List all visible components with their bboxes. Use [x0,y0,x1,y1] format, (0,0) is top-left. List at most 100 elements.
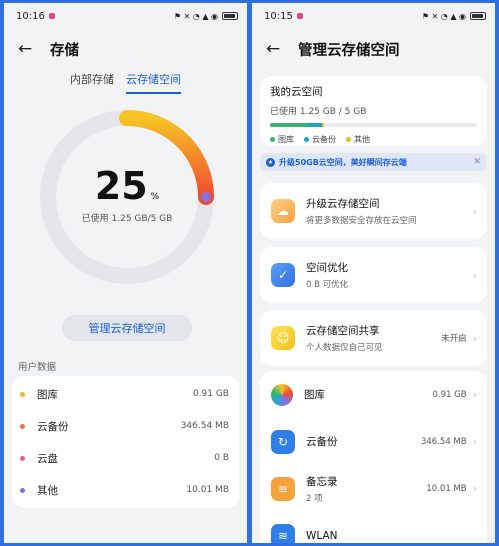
list-item-cloud-drive[interactable]: 云盘 0 B [12,442,239,474]
app-storage-list: 图库 0.91 GB › ↻ 云备份 346.54 MB › ≡ 备忘录 2 项… [260,371,487,543]
item-size: 346.54 MB [180,421,229,431]
legend-label: 图库 [278,135,294,144]
usage-legend: 图库 云备份 其他 [270,134,477,145]
list-item-notes[interactable]: ≡ 备忘录 2 项 10.01 MB › [260,465,487,512]
ring-center: 25% 已使用 1.25 GB/5 GB [38,108,216,286]
space-optimize-item[interactable]: ✓ 空间优化 0 B 可优化 › [260,247,487,303]
item-title: WLAN [306,529,338,542]
item-title: 备忘录 [306,475,338,488]
usage-percent-value: 25 [94,164,148,208]
optimize-icon: ✓ [271,263,295,287]
title-bar: ← 管理云存储空间 [252,29,495,69]
notification-icon [48,13,55,19]
upgrade-cloud-icon: ☁ [271,199,295,223]
share-users-icon: ☺ [271,326,295,350]
item-size: 0 B [214,453,229,463]
back-arrow-icon[interactable]: ← [18,39,36,59]
item-subtitle: 0 B 可优化 [306,280,349,290]
cloud-storage-share-item[interactable]: ☺ 云存储空间共享 个人数据仅自己可见 未开启 › [260,310,487,366]
manage-cloud-screen: 10:15 ⚑ ✕ ◔ ▲ ◉ ← 管理云存储空间 我的云空间 已使用 1.25… [252,3,495,543]
item-value: 0.91 GB [432,389,467,400]
chevron-right-icon: › [472,331,477,345]
battery-icon [222,12,238,20]
status-icons-glyphs: ⚑ ✕ ◔ ▲ ◉ [173,11,218,21]
storage-tabs: 内部存储 云存储空间 [4,71,247,94]
my-cloud-card[interactable]: 我的云空间 已使用 1.25 GB / 5 GB 图库 云备份 其他 [260,76,487,146]
manage-cloud-storage-button[interactable]: 管理云存储空间 [62,315,192,341]
usage-segment-gallery [270,123,308,127]
legend-label: 其他 [354,135,370,144]
item-label: 其他 [37,484,58,497]
cloud-backup-icon: ↻ [271,429,295,454]
user-data-list: 图库 0.91 GB 云备份 346.54 MB 云盘 0 B 其他 10.01… [12,376,239,508]
legend-other: 其他 [346,134,370,145]
chevron-right-icon: › [472,435,477,448]
list-item-other[interactable]: 其他 10.01 MB [12,474,239,506]
item-title: 升级云存储空间 [306,198,380,210]
back-arrow-icon[interactable]: ← [266,39,284,59]
status-time: 10:15 [264,10,293,22]
usage-segment-backup [307,123,322,127]
promo-text: 升级50GB云空间，美好瞬间存云端 [279,157,407,167]
item-subtitle: 个人数据仅自己可见 [306,343,383,353]
close-icon[interactable]: ✕ [473,157,481,167]
usage-segment-other [321,123,324,127]
status-bar: 10:15 ⚑ ✕ ◔ ▲ ◉ [252,3,495,29]
user-data-label: 用户数据 [18,362,57,373]
share-status: 未开启 [441,334,467,344]
list-item-gallery[interactable]: 图库 0.91 GB › [260,371,487,418]
status-icons: ⚑ ✕ ◔ ▲ ◉ [422,12,486,21]
list-item-cloud-backup[interactable]: ↻ 云备份 346.54 MB › [260,418,487,465]
list-item-cloud-backup[interactable]: 云备份 346.54 MB [12,410,239,442]
gallery-icon [271,383,293,406]
legend-label: 云备份 [312,135,336,144]
usage-percent-sign: % [150,192,160,202]
item-label: 云盘 [37,452,58,465]
status-icons-glyphs: ⚑ ✕ ◔ ▲ ◉ [421,11,466,21]
item-subtitle: 2 项 [306,493,323,504]
item-label: 图库 [37,388,58,401]
cloud-usage-bar [270,123,477,127]
item-size: 0.91 GB [192,389,229,399]
chevron-right-icon: › [472,482,477,495]
upgrade-cloud-storage-item[interactable]: ☁ 升级云存储空间 将更多数据安全存放在云空间 › [260,183,487,239]
gallery-dot [20,391,25,397]
item-value: 10.01 MB [426,483,467,494]
item-value: 346.54 MB [420,436,467,447]
page-title: 管理云存储空间 [298,42,400,59]
status-icons: ⚑ ✕ ◔ ▲ ◉ [174,12,238,21]
item-label: 云备份 [37,420,69,433]
status-time: 10:16 [16,10,45,22]
notification-icon [296,13,303,19]
storage-screen: 10:16 ⚑ ✕ ◔ ▲ ◉ ← 存储 内部存储 云存储空间 25 % 已使用… [4,3,247,543]
usage-text: 已使用 1.25 GB/5 GB [81,214,173,224]
legend-backup: 云备份 [304,134,336,145]
list-item-gallery[interactable]: 图库 0.91 GB [12,378,239,410]
upgrade-promo-banner[interactable]: ★ 升级50GB云空间，美好瞬间存云端 ✕ [260,153,487,171]
page-title: 存储 [50,42,79,59]
cloud-backup-dot [20,423,25,429]
item-title: 空间优化 [306,262,348,274]
star-icon: ★ [266,157,275,167]
item-subtitle: 将更多数据安全存放在云空间 [306,216,417,226]
tab-cloud-storage[interactable]: 云存储空间 [126,71,181,94]
notes-icon: ≡ [271,476,295,501]
legend-gallery: 图库 [270,134,294,145]
item-size: 10.01 MB [186,485,229,495]
other-dot [20,487,25,493]
cloud-title: 我的云空间 [270,86,323,98]
usage-percent: 25% [38,164,216,208]
cloud-drive-dot [20,455,25,461]
item-title: 云备份 [306,436,338,448]
item-title: 图库 [304,389,325,401]
chevron-right-icon: › [472,388,477,401]
wlan-icon: ≋ [271,523,295,543]
battery-icon [470,12,486,20]
title-bar: ← 存储 [4,29,247,69]
cloud-used: 已使用 1.25 GB / 5 GB [270,107,367,117]
chevron-right-icon: › [472,204,477,218]
item-title: 云存储空间共享 [306,325,380,337]
tab-internal-storage[interactable]: 内部存储 [70,71,114,94]
list-item-wlan[interactable]: ≋ WLAN [260,512,487,543]
status-bar: 10:16 ⚑ ✕ ◔ ▲ ◉ [4,3,247,29]
